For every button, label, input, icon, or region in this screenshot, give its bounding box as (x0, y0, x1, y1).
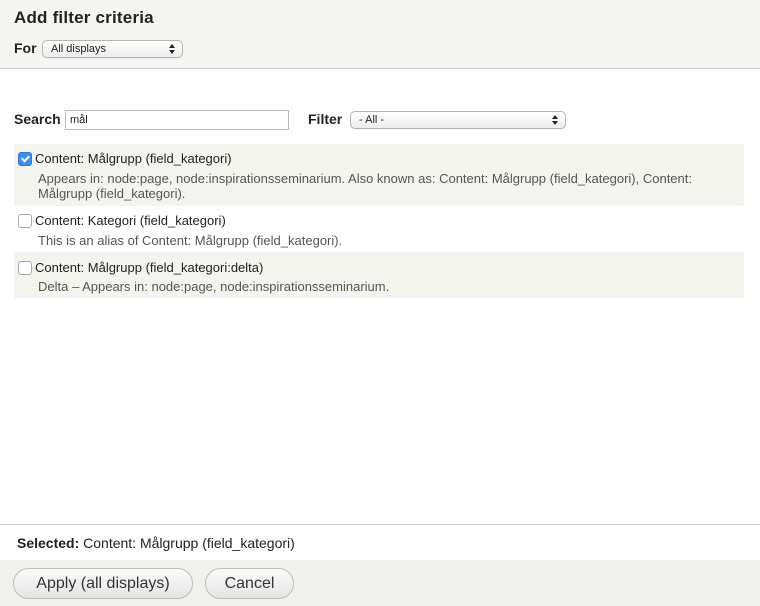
for-displays-value: All displays (51, 43, 107, 55)
select-arrows-icon (552, 113, 559, 127)
filter-option-title[interactable]: Content: Målgrupp (field_kategori:delta) (35, 260, 263, 275)
filter-option-title[interactable]: Content: Kategori (field_kategori) (35, 213, 226, 228)
filter-type-value: - All - (359, 114, 385, 126)
apply-button[interactable]: Apply (all displays) (13, 568, 193, 599)
dialog-title: Add filter criteria (14, 8, 154, 27)
filter-option-title[interactable]: Content: Målgrupp (field_kategori) (35, 151, 232, 166)
selected-summary-label: Selected: (17, 535, 80, 551)
filter-option-checkbox[interactable] (18, 261, 32, 275)
filter-option-description: Appears in: node:page, node:inspirations… (38, 171, 692, 201)
checkmark-icon (20, 153, 31, 163)
filter-option-checkbox[interactable] (18, 214, 32, 228)
filter-option-description: This is an alias of Content: Målgrupp (f… (38, 233, 343, 248)
filter-option-row[interactable]: Content: Kategori (field_kategori) This … (14, 206, 744, 252)
search-label: Search (14, 111, 61, 127)
dialog-footer: Apply (all displays) Cancel (0, 560, 760, 606)
filter-label: Filter (308, 111, 343, 127)
selected-summary-value: Content: Målgrupp (field_kategori) (83, 535, 295, 551)
filter-option-row[interactable]: Content: Målgrupp (field_kategori:delta)… (14, 252, 744, 298)
footer-divider (0, 524, 760, 525)
dialog-header: Add filter criteria For All displays (0, 0, 760, 69)
for-displays-select[interactable]: All displays (42, 40, 183, 58)
select-arrows-icon (169, 42, 176, 56)
for-label: For (14, 40, 37, 56)
filter-option-checkbox[interactable] (18, 152, 32, 166)
filter-option-row[interactable]: Content: Målgrupp (field_kategori) Appea… (14, 144, 744, 206)
filter-option-description: Delta – Appears in: node:page, node:insp… (38, 279, 390, 294)
cancel-button[interactable]: Cancel (205, 568, 294, 599)
search-input[interactable] (65, 110, 289, 130)
selected-summary: Selected: Content: Målgrupp (field_kateg… (17, 535, 295, 551)
filter-type-select[interactable]: - All - (350, 111, 566, 129)
